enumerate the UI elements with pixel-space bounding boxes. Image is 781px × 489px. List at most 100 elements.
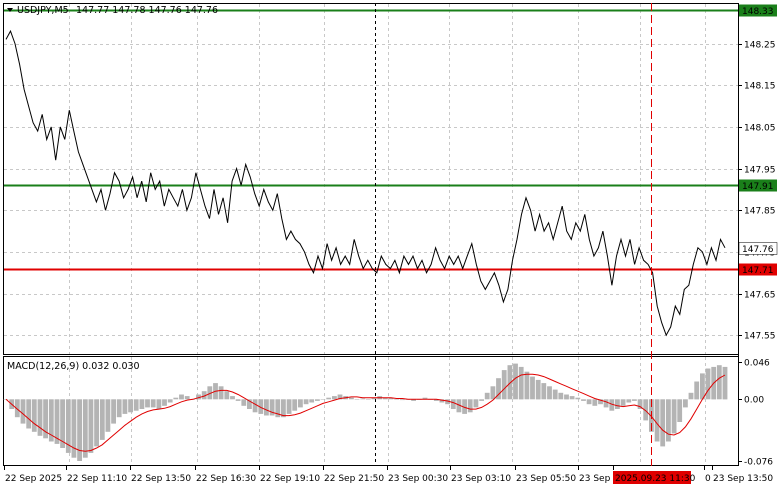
macd-bar: [99, 399, 105, 440]
macd-bar: [309, 399, 315, 403]
macd-bar: [688, 392, 694, 400]
price-tick-label: 148.25: [744, 41, 776, 51]
macd-bar: [241, 399, 247, 406]
macd-bar: [484, 392, 490, 400]
macd-bar: [133, 399, 139, 411]
macd-bar: [716, 365, 722, 400]
macd-bar: [94, 399, 99, 447]
macd-bar: [581, 399, 586, 401]
macd-bar: [281, 399, 286, 418]
macd-bar: [77, 399, 82, 461]
macd-bar: [173, 397, 179, 400]
macd-bar: [564, 394, 569, 400]
macd-bar: [660, 399, 666, 447]
macd-bar: [37, 399, 43, 436]
macd-bar: [252, 399, 258, 413]
macd-bar: [218, 386, 224, 400]
macd-bar: [167, 399, 173, 403]
macd-bar: [354, 399, 360, 400]
macd-bar: [303, 399, 309, 405]
macd-bar: [654, 399, 660, 442]
macd-bar: [541, 383, 547, 400]
time-highlight-label: 2025.09.23 11:30: [615, 474, 696, 484]
macd-bar: [524, 371, 530, 400]
ohlc-values: 147.77 147.78 147.76 147.76: [76, 5, 218, 16]
macd-bar: [694, 381, 700, 400]
trading-chart[interactable]: 148.25148.15148.05147.95147.85147.75147.…: [0, 0, 781, 489]
price-tick-label: 147.65: [744, 291, 776, 301]
time-tick-label: 22 Sep 21:50: [324, 474, 384, 484]
macd-bar: [547, 386, 552, 400]
price-tick-label: 147.55: [744, 332, 776, 342]
macd-bar: [88, 399, 94, 453]
macd-tick-label: 0.00: [744, 396, 764, 406]
macd-bar: [671, 399, 677, 434]
macd-bar: [473, 399, 479, 408]
level-tag-148.33: 148.33: [742, 7, 774, 17]
macd-bar: [677, 399, 683, 422]
macd-bar: [399, 399, 405, 401]
macd-bar: [632, 399, 637, 401]
macd-bar: [705, 368, 711, 400]
macd-bar: [145, 399, 150, 408]
macd-bar: [479, 399, 484, 401]
time-tick-label: 22 Sep 19:10: [260, 474, 320, 484]
macd-bar: [569, 396, 575, 400]
macd-bar: [224, 391, 230, 400]
macd-bar: [332, 396, 337, 400]
macd-bar: [620, 399, 626, 406]
chart-grid: [4, 4, 738, 465]
macd-bar: [586, 399, 592, 405]
macd-bar: [365, 399, 371, 400]
price-tick-label: 147.95: [744, 166, 776, 176]
macd-bar: [683, 399, 688, 408]
macd-bar: [179, 394, 184, 400]
macd-bar: [592, 399, 598, 406]
macd-bar: [139, 399, 145, 409]
macd-bar: [128, 399, 133, 413]
price-panel-frame: [3, 3, 739, 355]
price-line: [5, 29, 726, 337]
macd-bar: [292, 399, 298, 411]
macd-bar: [31, 399, 37, 432]
macd-bar: [298, 399, 303, 408]
price-tick-label: 148.05: [744, 124, 776, 134]
time-tick-label: 23 Sep 13:50: [713, 474, 773, 484]
macd-bar: [394, 399, 399, 400]
macd-bar: [230, 396, 235, 400]
macd-bar: [615, 399, 620, 409]
time-tick-label: 22 Sep 13:50: [131, 474, 191, 484]
macd-bar: [235, 399, 241, 401]
macd-bar: [360, 398, 366, 400]
macd-bar: [558, 392, 564, 400]
time-tick-label: 23 Sep 05:50: [516, 474, 576, 484]
macd-bar: [552, 389, 558, 400]
macd-bar: [349, 397, 354, 400]
macd-bar: [320, 399, 326, 400]
macd-bar: [156, 399, 162, 409]
macd-bar: [575, 397, 581, 400]
macd-bar: [518, 366, 524, 400]
level-tag-147.76: 147.76: [742, 245, 774, 255]
macd-bar: [116, 399, 122, 418]
level-tag-147.91: 147.91: [742, 182, 774, 192]
macd-bar: [162, 399, 167, 406]
price-tick-label: 148.15: [744, 82, 776, 92]
macd-bar: [26, 399, 32, 429]
macd-axis-labels: 0.046 0.00 -0.076: [738, 359, 773, 468]
macd-bar: [700, 373, 705, 400]
macd-bar: [105, 399, 111, 432]
macd-bar: [286, 399, 292, 414]
macd-bar: [111, 399, 116, 424]
time-tick-label: 23 Sep: [579, 474, 611, 484]
macd-bar: [20, 399, 26, 424]
macd-bar: [150, 399, 156, 408]
time-axis-labels: 22 Sep 2025 22 Sep 11:10 22 Sep 13:50 22 Se…: [4, 466, 773, 484]
macd-bar: [315, 399, 320, 401]
macd-bar: [603, 399, 609, 408]
time-tick-label: 23 Sep 03:10: [451, 474, 511, 484]
macd-bar: [501, 370, 507, 400]
level-tag-147.71: 147.71: [742, 266, 774, 276]
macd-indicator-label: MACD(12,26,9) 0.032 0.030: [7, 361, 140, 372]
time-tick-label: 23 Sep 00:30: [388, 474, 448, 484]
